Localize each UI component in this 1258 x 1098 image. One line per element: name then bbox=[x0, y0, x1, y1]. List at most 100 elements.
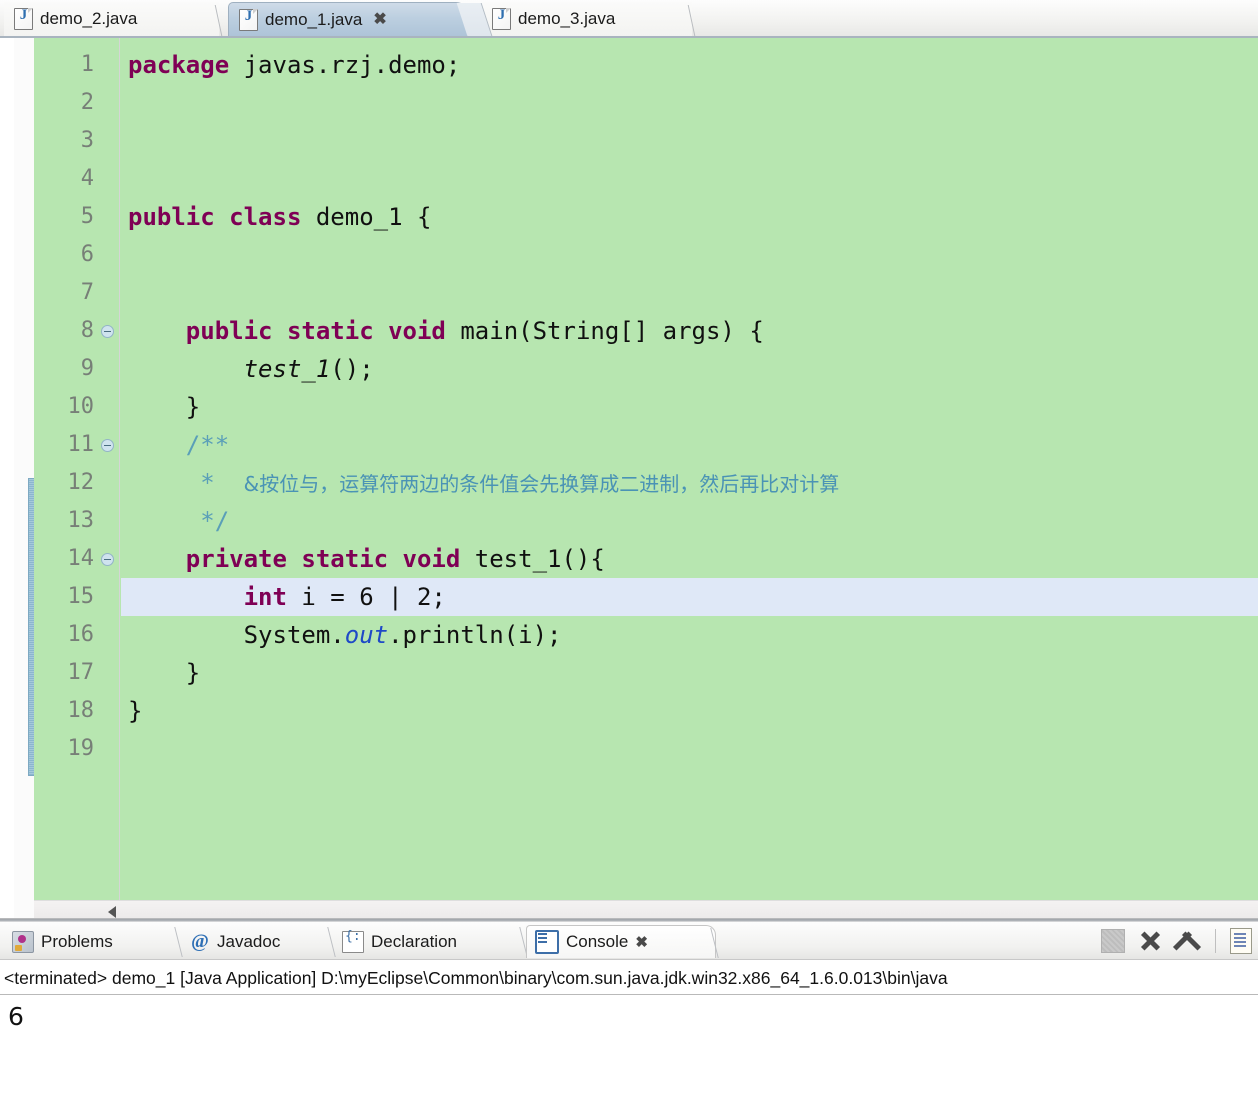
console-panel: Problems @ Javadoc Declaration Console ✖… bbox=[0, 922, 1258, 1098]
at-sign-icon: @ bbox=[191, 930, 209, 952]
code-text[interactable]: package javas.rzj.demo; public class dem… bbox=[121, 46, 1258, 768]
code-token: javas.rzj.demo; bbox=[243, 51, 461, 79]
terminate-icon[interactable] bbox=[1101, 929, 1125, 953]
code-line[interactable]: test_1(); bbox=[121, 350, 1258, 388]
line-number: 19 bbox=[67, 736, 95, 761]
console-icon bbox=[535, 930, 559, 954]
editor-vertical-scrollbar[interactable] bbox=[14, 38, 48, 922]
code-token: * bbox=[185, 469, 244, 497]
code-token: &按位与，运算符两边的条件值会先换算成二进制，然后再比对计算 bbox=[243, 472, 840, 496]
line-number: 13 bbox=[67, 508, 95, 533]
tab-label: Problems bbox=[41, 931, 113, 951]
editor-tab-label: demo_1.java bbox=[265, 9, 363, 29]
code-token: System. bbox=[243, 621, 345, 649]
code-line[interactable]: public static void main(String[] args) { bbox=[121, 312, 1258, 350]
code-line[interactable]: public class demo_1 { bbox=[121, 198, 1258, 236]
code-line[interactable]: */ bbox=[121, 502, 1258, 540]
tab-javadoc[interactable]: @ Javadoc bbox=[182, 925, 332, 958]
code-line[interactable] bbox=[121, 730, 1258, 768]
code-line[interactable]: int i = 6 | 2; bbox=[121, 578, 1258, 616]
tab-label: Declaration bbox=[371, 931, 457, 951]
code-line[interactable]: } bbox=[121, 692, 1258, 730]
remove-launch-icon[interactable] bbox=[1139, 930, 1161, 952]
code-line[interactable]: } bbox=[121, 388, 1258, 426]
console-tab-bar: Problems @ Javadoc Declaration Console ✖ bbox=[0, 922, 1258, 960]
java-file-icon bbox=[492, 7, 511, 30]
line-number: 17 bbox=[67, 660, 95, 685]
line-number: 11 bbox=[34, 426, 120, 464]
code-token: i = 6 | 2; bbox=[301, 583, 446, 611]
console-toolbar bbox=[1101, 922, 1258, 960]
tab-problems[interactable]: Problems bbox=[4, 925, 179, 958]
code-line[interactable]: package javas.rzj.demo; bbox=[121, 46, 1258, 84]
code-token: (); bbox=[330, 355, 374, 383]
line-number: 1 bbox=[80, 52, 94, 77]
fold-collapse-icon[interactable] bbox=[101, 325, 114, 338]
code-token: /** bbox=[185, 431, 230, 459]
close-icon[interactable]: ✖ bbox=[373, 11, 386, 28]
line-number: 12 bbox=[67, 470, 95, 495]
code-token: public static void bbox=[185, 317, 461, 345]
code-token: demo_1 { bbox=[315, 203, 432, 231]
toolbar-separator bbox=[1215, 929, 1216, 953]
editor-tab-bar: demo_2.java demo_1.java ✖ demo_3.java bbox=[0, 0, 1258, 38]
code-line[interactable]: * &按位与，运算符两边的条件值会先换算成二进制，然后再比对计算 bbox=[121, 464, 1258, 502]
line-number: 18 bbox=[67, 698, 95, 723]
declaration-icon bbox=[342, 929, 364, 953]
code-line[interactable] bbox=[121, 274, 1258, 312]
java-file-icon bbox=[14, 7, 33, 30]
code-token: } bbox=[128, 697, 143, 725]
code-line[interactable]: } bbox=[121, 654, 1258, 692]
line-number: 10 bbox=[67, 394, 95, 419]
code-line[interactable]: private static void test_1(){ bbox=[121, 540, 1258, 578]
line-number: 2 bbox=[80, 90, 94, 115]
line-number: 9 bbox=[80, 356, 94, 381]
code-editor: 1 2 3 4 5 6 7 8 9 10 11 12 13 14 15 16 17 18 19 package ja… bbox=[0, 38, 1258, 922]
line-number: 15 bbox=[67, 584, 95, 609]
line-number: 4 bbox=[80, 166, 94, 191]
editor-tab-label: demo_3.java bbox=[518, 9, 616, 28]
code-token: out bbox=[344, 621, 389, 649]
code-line[interactable] bbox=[121, 236, 1258, 274]
java-file-icon bbox=[239, 8, 258, 31]
line-number: 8 bbox=[34, 312, 120, 350]
problems-icon bbox=[12, 930, 34, 953]
code-line[interactable] bbox=[121, 122, 1258, 160]
tab-label: Javadoc bbox=[217, 931, 281, 951]
tab-console[interactable]: Console ✖ bbox=[526, 925, 716, 958]
code-token: public class bbox=[128, 203, 316, 231]
remove-all-terminated-icon[interactable] bbox=[1175, 930, 1201, 952]
close-icon[interactable]: ✖ bbox=[635, 933, 648, 951]
scroll-left-arrow-icon[interactable] bbox=[108, 906, 116, 918]
code-token: .println(i); bbox=[388, 621, 562, 649]
editor-tab-demo_2[interactable]: demo_2.java bbox=[4, 2, 219, 36]
code-token: int bbox=[243, 583, 302, 611]
code-token: main(String[] args) { bbox=[460, 317, 764, 345]
code-token: } bbox=[185, 659, 201, 687]
line-number: 7 bbox=[80, 280, 94, 305]
code-token: } bbox=[185, 393, 201, 421]
code-area[interactable]: 1 2 3 4 5 6 7 8 9 10 11 12 13 14 15 16 17 18 19 package ja… bbox=[34, 38, 1258, 900]
code-line[interactable] bbox=[121, 84, 1258, 122]
code-line[interactable]: System.out.println(i); bbox=[121, 616, 1258, 654]
editor-tab-demo_1[interactable]: demo_1.java ✖ bbox=[228, 2, 468, 36]
code-token: private static void bbox=[185, 545, 475, 573]
code-token: package bbox=[128, 51, 244, 79]
line-number: 3 bbox=[80, 128, 94, 153]
tab-label: Console bbox=[566, 932, 629, 951]
line-number-gutter: 1 2 3 4 5 6 7 8 9 10 11 12 13 14 15 16 17 18 19 bbox=[34, 38, 120, 900]
line-number: 5 bbox=[80, 204, 94, 229]
code-line[interactable] bbox=[121, 160, 1258, 198]
line-number: 6 bbox=[80, 242, 94, 267]
code-line[interactable]: /** bbox=[121, 426, 1258, 464]
tab-declaration[interactable]: Declaration bbox=[334, 925, 524, 958]
code-token: test_1(){ bbox=[474, 545, 605, 573]
editor-tab-label: demo_2.java bbox=[40, 9, 138, 28]
editor-tab-demo_3[interactable]: demo_3.java bbox=[482, 2, 692, 36]
open-console-icon[interactable] bbox=[1230, 928, 1252, 954]
fold-collapse-icon[interactable] bbox=[101, 439, 114, 452]
fold-collapse-icon[interactable] bbox=[101, 553, 114, 566]
console-status-line: <terminated> demo_1 [Java Application] D… bbox=[0, 961, 1258, 995]
console-output[interactable]: 6 bbox=[0, 996, 1258, 1098]
line-number: 16 bbox=[67, 622, 95, 647]
